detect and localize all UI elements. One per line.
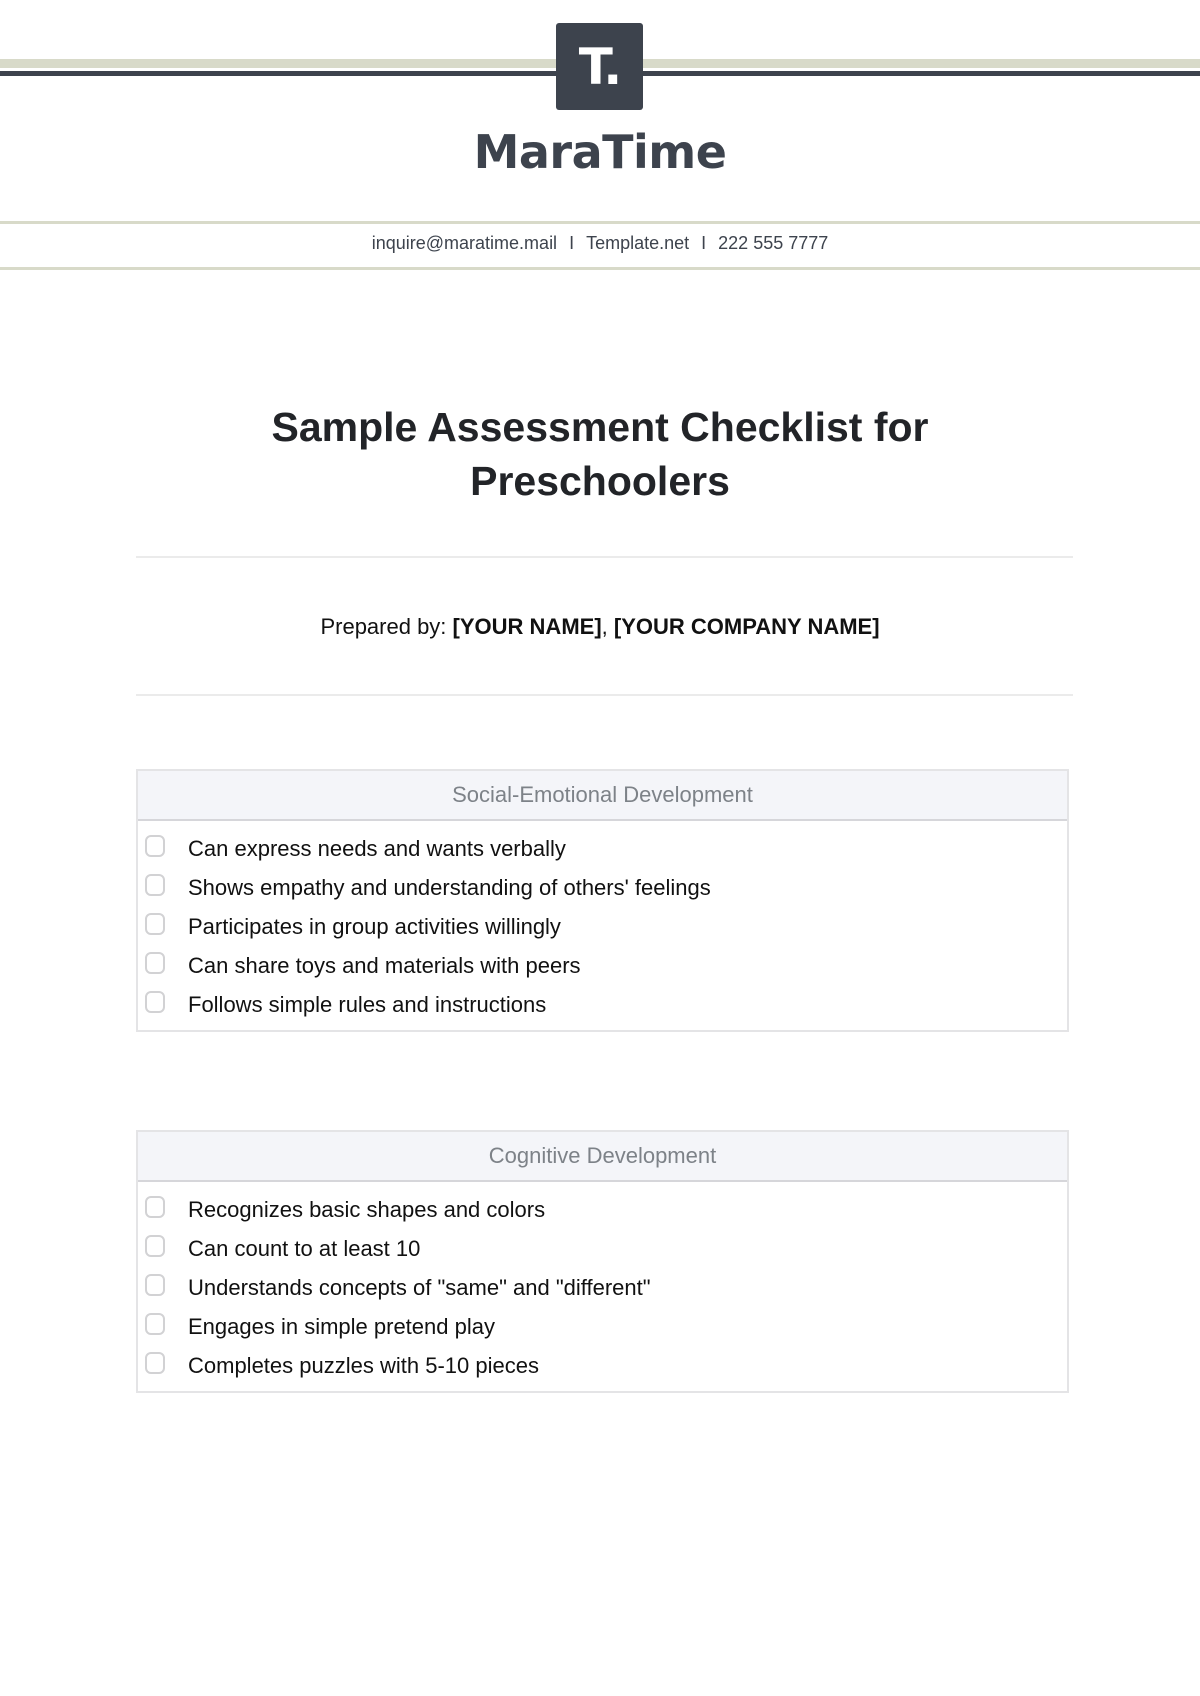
checklist-item-label: Can share toys and materials with peers: [188, 952, 581, 978]
checklist-section-social-emotional: Social-Emotional Development Can express…: [136, 769, 1069, 1032]
divider: [136, 694, 1073, 696]
checklist-item-label: Participates in group activities willing…: [188, 913, 561, 939]
divider: [136, 556, 1073, 558]
prepared-by-name: [YOUR NAME]: [452, 614, 602, 639]
checklist-item-label: Follows simple rules and instructions: [188, 991, 547, 1017]
prepared-by-sep: ,: [601, 614, 608, 639]
contact-bar: inquire@maratime.mail I Template.net I 2…: [0, 233, 1200, 254]
contact-phone: 222 555 7777: [718, 233, 829, 253]
checklist-item-label: Engages in simple pretend play: [188, 1313, 495, 1339]
checkbox[interactable]: [145, 1312, 165, 1335]
divider: [0, 267, 1200, 270]
checklist-item-label: Understands concepts of "same" and "diff…: [188, 1274, 651, 1300]
checklist-item-label: Can count to at least 10: [188, 1235, 421, 1261]
contact-separator: I: [701, 233, 707, 253]
checklist-item-label: Shows empathy and understanding of other…: [188, 874, 711, 900]
checklist-item[interactable]: Can share toys and materials with peers: [138, 946, 1067, 985]
checklist-section-cognitive: Cognitive Development Recognizes basic s…: [136, 1130, 1069, 1393]
logo: T.: [556, 23, 643, 110]
contact-email[interactable]: inquire@maratime.mail: [372, 233, 557, 254]
logo-icon: T.: [578, 37, 622, 96]
checklist-item[interactable]: Can express needs and wants verbally: [138, 829, 1067, 868]
prepared-by: Prepared by: [YOUR NAME], [YOUR COMPANY …: [0, 614, 1200, 640]
prepared-by-company: [YOUR COMPANY NAME]: [613, 614, 880, 639]
checklist-item[interactable]: Engages in simple pretend play: [138, 1307, 1067, 1346]
prepared-by-label: Prepared by:: [320, 614, 447, 639]
checklist-items: Recognizes basic shapes and colors Can c…: [138, 1182, 1067, 1391]
checklist-item[interactable]: Shows empathy and understanding of other…: [138, 868, 1067, 907]
checkbox[interactable]: [145, 1195, 165, 1218]
checkbox[interactable]: [145, 873, 165, 896]
checkbox[interactable]: [145, 1273, 165, 1296]
checklist-item[interactable]: Follows simple rules and instructions: [138, 985, 1067, 1024]
checklist-item[interactable]: Understands concepts of "same" and "diff…: [138, 1268, 1067, 1307]
checkbox[interactable]: [145, 1234, 165, 1257]
brand-name: MaraTime: [473, 125, 727, 179]
checklist-item-label: Completes puzzles with 5-10 pieces: [188, 1352, 539, 1378]
checklist-item[interactable]: Completes puzzles with 5-10 pieces: [138, 1346, 1067, 1385]
checkbox[interactable]: [145, 912, 165, 935]
section-header: Social-Emotional Development: [138, 771, 1067, 821]
checklist-item-label: Recognizes basic shapes and colors: [188, 1196, 546, 1222]
checkbox[interactable]: [145, 990, 165, 1013]
checkbox[interactable]: [145, 1351, 165, 1374]
checklist-items: Can express needs and wants verbally Sho…: [138, 821, 1067, 1030]
section-header: Cognitive Development: [138, 1132, 1067, 1182]
document-title: Sample Assessment Checklist for Preschoo…: [271, 404, 929, 504]
checklist-item-label: Can express needs and wants verbally: [188, 835, 566, 861]
checklist-item[interactable]: Can count to at least 10: [138, 1229, 1067, 1268]
checkbox[interactable]: [145, 834, 165, 857]
checkbox[interactable]: [145, 951, 165, 974]
divider: [0, 221, 1200, 224]
contact-separator: I: [569, 233, 575, 253]
checklist-item[interactable]: Recognizes basic shapes and colors: [138, 1190, 1067, 1229]
contact-website[interactable]: Template.net: [586, 233, 689, 254]
checklist-item[interactable]: Participates in group activities willing…: [138, 907, 1067, 946]
